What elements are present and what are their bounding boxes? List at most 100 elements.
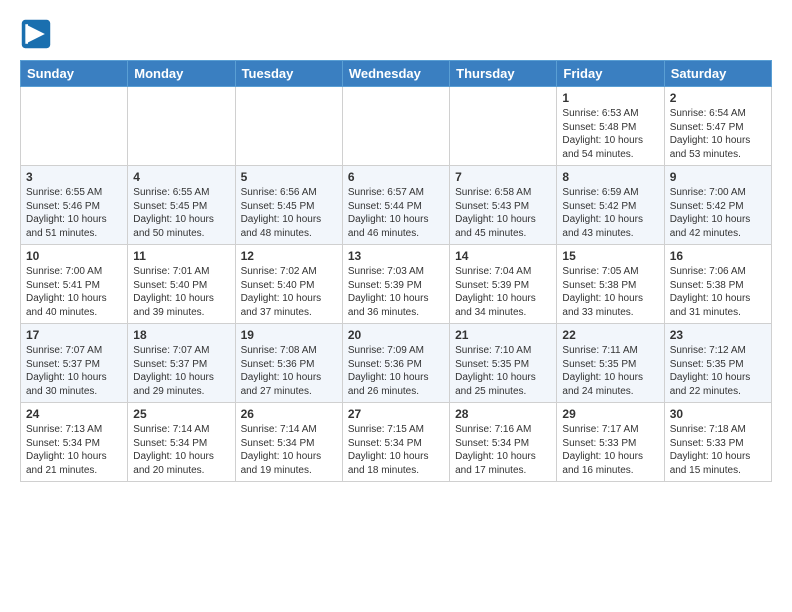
calendar-cell: 17 Sunrise: 7:07 AM Sunset: 5:37 PM Dayli… <box>21 324 128 403</box>
day-info: Sunrise: 7:09 AM Sunset: 5:36 PM Dayligh… <box>348 344 444 398</box>
calendar-cell: 3 Sunrise: 6:55 AM Sunset: 5:46 PM Daylig… <box>21 166 128 245</box>
day-number: 25 <box>133 407 229 421</box>
day-number: 8 <box>562 170 658 184</box>
day-number: 14 <box>455 249 551 263</box>
day-number: 19 <box>241 328 337 342</box>
weekday-header-row: SundayMondayTuesdayWednesdayThursdayFrid… <box>21 61 772 87</box>
day-info: Sunrise: 7:07 AM Sunset: 5:37 PM Dayligh… <box>133 344 229 398</box>
calendar-cell <box>450 87 557 166</box>
calendar-cell: 28Sunrise: 7:16 AM Sunset: 5:34 PM Dayli… <box>450 403 557 482</box>
calendar-cell <box>235 87 342 166</box>
calendar-cell: 24 Sunrise: 7:13 AM Sunset: 5:34 PM Dayli… <box>21 403 128 482</box>
day-number: 11 <box>133 249 229 263</box>
day-number: 17 <box>26 328 122 342</box>
calendar-cell: 21 Sunrise: 7:10 AM Sunset: 5:35 PM Dayli… <box>450 324 557 403</box>
calendar-cell: 20 Sunrise: 7:09 AM Sunset: 5:36 PM Dayli… <box>342 324 449 403</box>
day-info: Sunrise: 7:15 AM Sunset: 5:34 PM Dayligh… <box>348 423 444 477</box>
day-info: Sunrise: 7:17 AM Sunset: 5:33 PM Dayligh… <box>562 423 658 477</box>
weekday-header-tuesday: Tuesday <box>235 61 342 87</box>
calendar-cell: 10 Sunrise: 7:00 AM Sunset: 5:41 PM Dayli… <box>21 245 128 324</box>
calendar-cell: 7 Sunrise: 6:58 AM Sunset: 5:43 PM Daylig… <box>450 166 557 245</box>
day-number: 10 <box>26 249 122 263</box>
day-number: 24 <box>26 407 122 421</box>
calendar-cell: 13 Sunrise: 7:03 AM Sunset: 5:39 PM Dayli… <box>342 245 449 324</box>
day-number: 3 <box>26 170 122 184</box>
day-number: 4 <box>133 170 229 184</box>
day-info: Sunrise: 7:14 AM Sunset: 5:34 PM Dayligh… <box>133 423 229 477</box>
header <box>20 18 772 50</box>
logo <box>20 18 54 50</box>
day-number: 18 <box>133 328 229 342</box>
day-info: Sunrise: 7:14 AM Sunset: 5:34 PM Dayligh… <box>241 423 337 477</box>
day-info: Sunrise: 7:06 AM Sunset: 5:38 PM Dayligh… <box>670 265 766 319</box>
day-info: Sunrise: 7:13 AM Sunset: 5:34 PM Dayligh… <box>26 423 122 477</box>
week-row-2: 3 Sunrise: 6:55 AM Sunset: 5:46 PM Daylig… <box>21 166 772 245</box>
day-info: Sunrise: 6:58 AM Sunset: 5:43 PM Dayligh… <box>455 186 551 240</box>
calendar-cell: 9 Sunrise: 7:00 AM Sunset: 5:42 PM Daylig… <box>664 166 771 245</box>
day-number: 23 <box>670 328 766 342</box>
day-info: Sunrise: 7:11 AM Sunset: 5:35 PM Dayligh… <box>562 344 658 398</box>
day-number: 27 <box>348 407 444 421</box>
calendar: SundayMondayTuesdayWednesdayThursdayFrid… <box>20 60 772 482</box>
day-info: Sunrise: 7:02 AM Sunset: 5:40 PM Dayligh… <box>241 265 337 319</box>
day-number: 22 <box>562 328 658 342</box>
calendar-cell: 27 Sunrise: 7:15 AM Sunset: 5:34 PM Dayli… <box>342 403 449 482</box>
day-number: 7 <box>455 170 551 184</box>
day-info: Sunrise: 7:08 AM Sunset: 5:36 PM Dayligh… <box>241 344 337 398</box>
calendar-cell: 30Sunrise: 7:18 AM Sunset: 5:33 PM Dayli… <box>664 403 771 482</box>
weekday-header-monday: Monday <box>128 61 235 87</box>
day-info: Sunrise: 6:55 AM Sunset: 5:45 PM Dayligh… <box>133 186 229 240</box>
day-number: 15 <box>562 249 658 263</box>
calendar-cell: 5 Sunrise: 6:56 AM Sunset: 5:45 PM Daylig… <box>235 166 342 245</box>
day-number: 9 <box>670 170 766 184</box>
week-row-1: 1 Sunrise: 6:53 AM Sunset: 5:48 PM Daylig… <box>21 87 772 166</box>
calendar-cell: 14Sunrise: 7:04 AM Sunset: 5:39 PM Dayli… <box>450 245 557 324</box>
page: SundayMondayTuesdayWednesdayThursdayFrid… <box>0 0 792 492</box>
day-info: Sunrise: 7:00 AM Sunset: 5:42 PM Dayligh… <box>670 186 766 240</box>
weekday-header-sunday: Sunday <box>21 61 128 87</box>
calendar-cell <box>21 87 128 166</box>
weekday-header-friday: Friday <box>557 61 664 87</box>
calendar-cell: 22 Sunrise: 7:11 AM Sunset: 5:35 PM Dayli… <box>557 324 664 403</box>
day-number: 1 <box>562 91 658 105</box>
calendar-cell: 11Sunrise: 7:01 AM Sunset: 5:40 PM Dayli… <box>128 245 235 324</box>
calendar-cell: 6Sunrise: 6:57 AM Sunset: 5:44 PM Daylig… <box>342 166 449 245</box>
day-number: 26 <box>241 407 337 421</box>
day-info: Sunrise: 7:16 AM Sunset: 5:34 PM Dayligh… <box>455 423 551 477</box>
calendar-cell: 19 Sunrise: 7:08 AM Sunset: 5:36 PM Dayli… <box>235 324 342 403</box>
calendar-cell: 23 Sunrise: 7:12 AM Sunset: 5:35 PM Dayli… <box>664 324 771 403</box>
calendar-cell: 26 Sunrise: 7:14 AM Sunset: 5:34 PM Dayli… <box>235 403 342 482</box>
day-info: Sunrise: 6:53 AM Sunset: 5:48 PM Dayligh… <box>562 107 658 161</box>
day-number: 5 <box>241 170 337 184</box>
day-number: 16 <box>670 249 766 263</box>
day-number: 13 <box>348 249 444 263</box>
weekday-header-wednesday: Wednesday <box>342 61 449 87</box>
day-info: Sunrise: 7:00 AM Sunset: 5:41 PM Dayligh… <box>26 265 122 319</box>
day-number: 12 <box>241 249 337 263</box>
day-info: Sunrise: 6:59 AM Sunset: 5:42 PM Dayligh… <box>562 186 658 240</box>
day-number: 29 <box>562 407 658 421</box>
weekday-header-thursday: Thursday <box>450 61 557 87</box>
day-number: 20 <box>348 328 444 342</box>
calendar-cell: 16 Sunrise: 7:06 AM Sunset: 5:38 PM Dayli… <box>664 245 771 324</box>
day-info: Sunrise: 7:18 AM Sunset: 5:33 PM Dayligh… <box>670 423 766 477</box>
day-info: Sunrise: 6:55 AM Sunset: 5:46 PM Dayligh… <box>26 186 122 240</box>
weekday-header-saturday: Saturday <box>664 61 771 87</box>
day-info: Sunrise: 7:10 AM Sunset: 5:35 PM Dayligh… <box>455 344 551 398</box>
calendar-cell <box>128 87 235 166</box>
day-number: 21 <box>455 328 551 342</box>
calendar-cell: 8 Sunrise: 6:59 AM Sunset: 5:42 PM Daylig… <box>557 166 664 245</box>
calendar-cell: 12 Sunrise: 7:02 AM Sunset: 5:40 PM Dayli… <box>235 245 342 324</box>
calendar-cell <box>342 87 449 166</box>
week-row-4: 17 Sunrise: 7:07 AM Sunset: 5:37 PM Dayli… <box>21 324 772 403</box>
day-number: 6 <box>348 170 444 184</box>
day-info: Sunrise: 7:03 AM Sunset: 5:39 PM Dayligh… <box>348 265 444 319</box>
day-number: 2 <box>670 91 766 105</box>
day-info: Sunrise: 7:12 AM Sunset: 5:35 PM Dayligh… <box>670 344 766 398</box>
calendar-cell: 29 Sunrise: 7:17 AM Sunset: 5:33 PM Dayli… <box>557 403 664 482</box>
day-info: Sunrise: 6:56 AM Sunset: 5:45 PM Dayligh… <box>241 186 337 240</box>
calendar-cell: 1 Sunrise: 6:53 AM Sunset: 5:48 PM Daylig… <box>557 87 664 166</box>
calendar-cell: 4 Sunrise: 6:55 AM Sunset: 5:45 PM Daylig… <box>128 166 235 245</box>
day-info: Sunrise: 7:07 AM Sunset: 5:37 PM Dayligh… <box>26 344 122 398</box>
logo-icon <box>20 18 52 50</box>
